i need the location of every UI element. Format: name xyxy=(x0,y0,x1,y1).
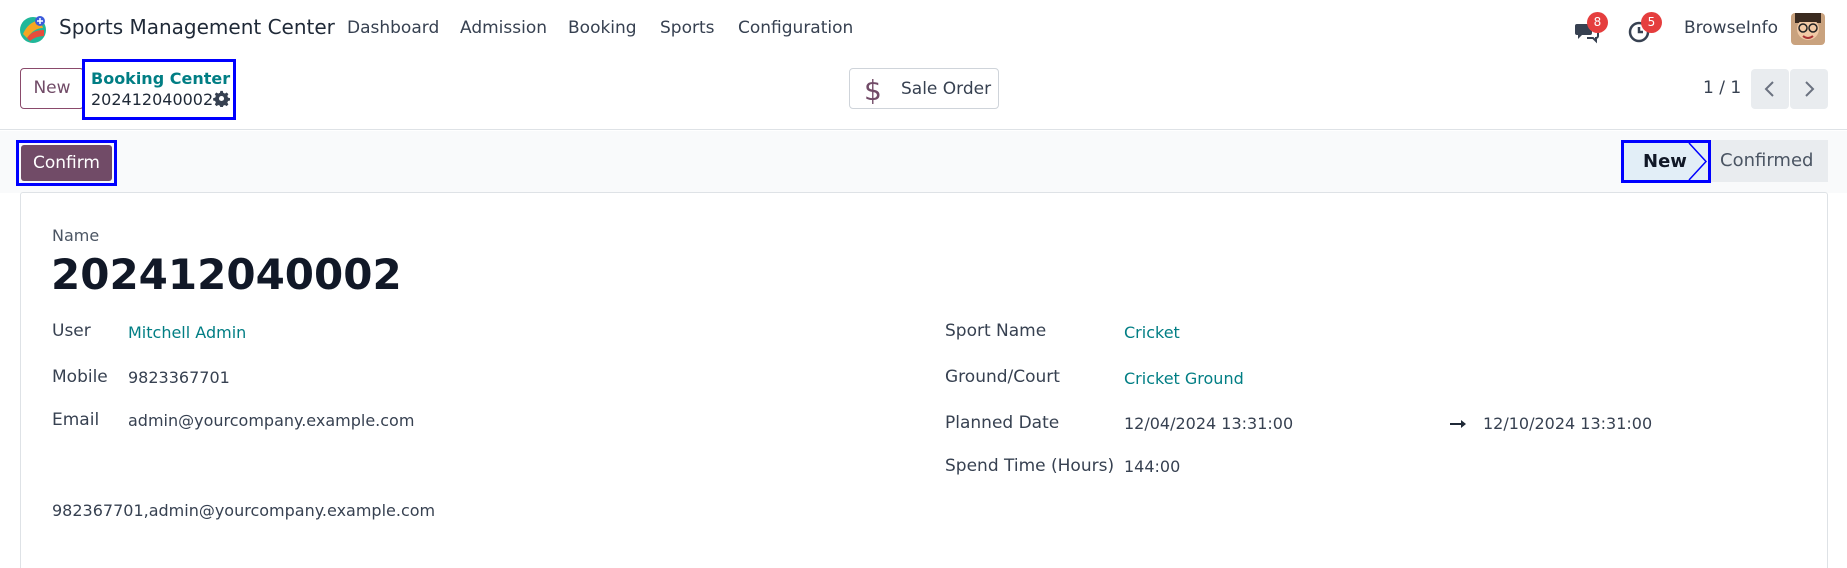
contact-summary: 982367701,admin@yourcompany.example.com xyxy=(52,501,436,520)
nav-configuration[interactable]: Configuration xyxy=(738,18,853,38)
pager-value[interactable]: 1 / 1 xyxy=(1703,78,1741,98)
chevron-right-icon xyxy=(1805,81,1815,97)
arrow-right-icon xyxy=(1450,420,1466,428)
app-logo-icon[interactable] xyxy=(18,14,48,44)
control-panel: New Booking Center 202412040002 $ Sale O… xyxy=(0,56,1847,130)
confirm-highlight: Confirm xyxy=(16,140,117,186)
sport-name-value[interactable]: Cricket xyxy=(1124,323,1180,342)
activities-button[interactable]: 5 xyxy=(1626,12,1662,44)
dollar-icon: $ xyxy=(864,74,882,107)
user-value[interactable]: Mitchell Admin xyxy=(128,323,246,342)
sale-order-button[interactable]: $ Sale Order xyxy=(849,68,999,109)
sale-order-label: Sale Order xyxy=(901,79,992,99)
status-bar: Confirm Confirmed New xyxy=(0,131,1847,193)
mobile-value[interactable]: 9823367701 xyxy=(128,368,230,387)
company-switcher[interactable]: BrowseInfo xyxy=(1684,18,1778,38)
top-navbar: Sports Management Center Dashboard Admis… xyxy=(0,0,1847,56)
email-label: Email xyxy=(52,410,100,430)
gear-icon[interactable] xyxy=(213,90,230,107)
ground-court-value[interactable]: Cricket Ground xyxy=(1124,369,1244,388)
pager-next-button[interactable] xyxy=(1790,69,1828,109)
messages-button[interactable]: 8 xyxy=(1572,12,1608,44)
nav-admission[interactable]: Admission xyxy=(460,18,547,38)
nav-booking[interactable]: Booking xyxy=(568,18,637,38)
avatar[interactable] xyxy=(1791,13,1825,45)
planned-date-end[interactable]: 12/10/2024 13:31:00 xyxy=(1483,414,1652,433)
pager-previous-button[interactable] xyxy=(1751,69,1789,109)
nav-dashboard[interactable]: Dashboard xyxy=(347,18,439,38)
stage-confirmed[interactable]: Confirmed xyxy=(1700,140,1828,182)
email-value[interactable]: admin@yourcompany.example.com xyxy=(128,411,414,430)
sport-name-label: Sport Name xyxy=(945,321,1047,341)
breadcrumb: Booking Center 202412040002 xyxy=(82,59,236,120)
spend-time-label: Spend Time (Hours) xyxy=(945,456,1115,476)
ground-court-label: Ground/Court xyxy=(945,367,1060,387)
form-sheet: Name 202412040002 User Mitchell Admin Mo… xyxy=(20,192,1828,568)
new-button[interactable]: New xyxy=(20,68,84,109)
stage-new-highlight xyxy=(1621,140,1711,183)
nav-sports[interactable]: Sports xyxy=(660,18,715,38)
planned-date-label: Planned Date xyxy=(945,413,1060,433)
confirm-button[interactable]: Confirm xyxy=(21,145,112,181)
record-name[interactable]: 202412040002 xyxy=(51,250,402,299)
user-label: User xyxy=(52,321,91,341)
activities-badge: 5 xyxy=(1641,12,1662,33)
mobile-label: Mobile xyxy=(52,367,108,387)
messages-badge: 8 xyxy=(1587,12,1608,33)
chevron-left-icon xyxy=(1764,81,1774,97)
planned-date-start[interactable]: 12/04/2024 13:31:00 xyxy=(1124,414,1293,433)
breadcrumb-parent-link[interactable]: Booking Center xyxy=(91,69,230,88)
app-title[interactable]: Sports Management Center xyxy=(59,15,335,39)
spend-time-value[interactable]: 144:00 xyxy=(1124,457,1180,476)
breadcrumb-current: 202412040002 xyxy=(91,90,214,109)
name-label: Name xyxy=(52,226,100,245)
